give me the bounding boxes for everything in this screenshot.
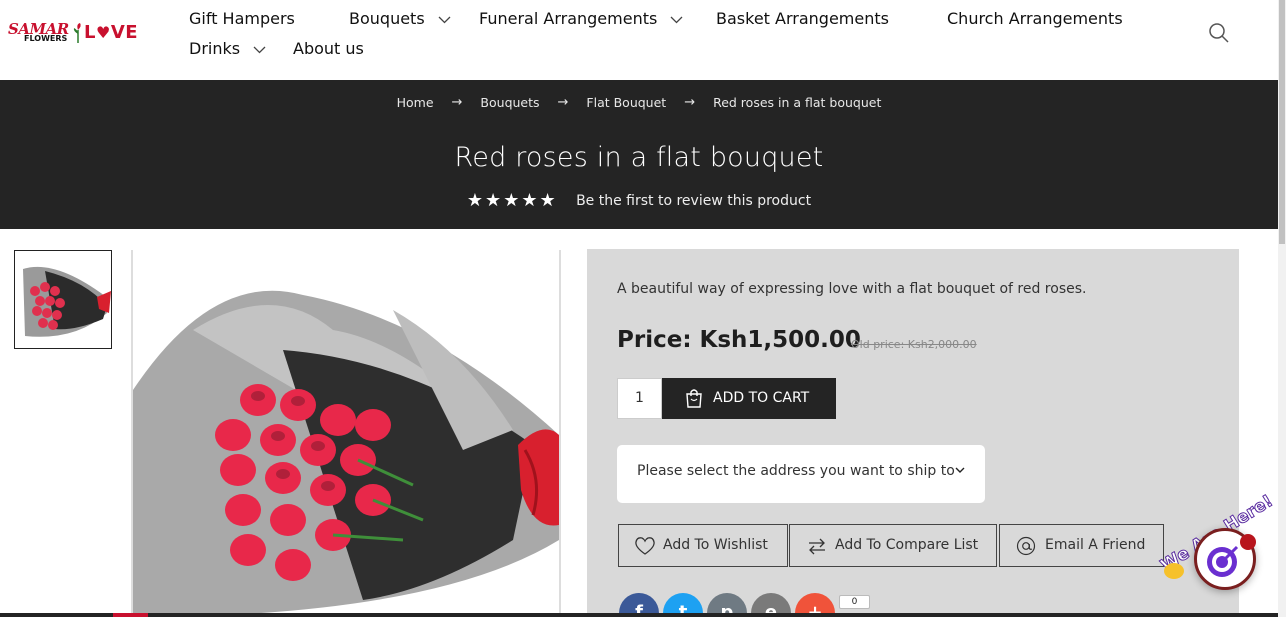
waving-hand-icon <box>1164 563 1184 579</box>
nav-item-church-arrangements[interactable]: Church Arrangements <box>947 9 1123 28</box>
breadcrumb-arrow-icon: → <box>684 95 696 110</box>
site-logo[interactable]: SAMAR FLOWERS L♥VE <box>8 20 146 48</box>
shipping-address-select[interactable]: Please select the address you want to sh… <box>617 445 985 503</box>
share-count-badge: 0 <box>839 595 870 609</box>
nav-label: Funeral Arrangements <box>479 9 658 28</box>
product-page: SAMAR FLOWERS L♥VE Gift Hampers Bouquets… <box>0 0 1286 617</box>
breadcrumb-home[interactable]: Home <box>397 95 434 110</box>
rating-stars-icon: ★★★★★ <box>466 190 558 211</box>
breadcrumb: Home → Bouquets → Flat Bouquet → Red ros… <box>0 94 1278 110</box>
quantity-input[interactable]: 1 <box>617 378 662 419</box>
compare-arrows-icon <box>809 538 825 555</box>
add-to-cart-button[interactable]: ADD TO CART <box>662 378 836 419</box>
nav-item-gift-hampers[interactable]: Gift Hampers <box>189 9 295 28</box>
product-price: Price: Ksh1,500.00 <box>617 327 861 353</box>
breadcrumb-arrow-icon: → <box>557 95 569 110</box>
site-header: SAMAR FLOWERS L♥VE Gift Hampers Bouquets… <box>0 0 1278 80</box>
logo-word-love: L♥VE <box>84 22 139 43</box>
add-to-cart-label: ADD TO CART <box>713 390 810 406</box>
nav-item-about-us[interactable]: About us <box>293 39 364 58</box>
chevron-down-icon <box>955 467 965 473</box>
scrollbar-thumb[interactable] <box>1279 0 1285 244</box>
bouquet-image <box>133 250 559 617</box>
product-thumbnail[interactable] <box>14 250 112 349</box>
old-price: Old price: Ksh2,000.00 <box>851 338 977 351</box>
at-sign-icon <box>1016 536 1036 556</box>
search-icon[interactable] <box>1208 22 1230 44</box>
nav-item-funeral-arrangements[interactable]: Funeral Arrangements <box>479 9 683 28</box>
chevron-down-icon <box>438 16 451 23</box>
email-friend-button[interactable]: Email A Friend <box>999 524 1164 567</box>
bottom-edge-strip <box>0 613 1278 617</box>
shipping-address-placeholder: Please select the address you want to sh… <box>637 463 955 479</box>
rose-sprig-icon <box>73 23 81 43</box>
page-title-banner: Home → Bouquets → Flat Bouquet → Red ros… <box>0 80 1278 229</box>
bouquet-thumbnail-image <box>15 251 111 348</box>
chevron-down-icon <box>253 46 266 53</box>
chevron-down-icon <box>670 16 683 23</box>
breadcrumb-arrow-icon: → <box>451 95 463 110</box>
chat-notification-dot <box>1240 534 1256 550</box>
live-chat-widget[interactable]: We Are Here! <box>1157 491 1284 600</box>
add-to-wishlist-button[interactable]: Add To Wishlist <box>618 524 788 567</box>
nav-item-basket-arrangements[interactable]: Basket Arrangements <box>716 9 889 28</box>
nav-item-bouquets[interactable]: Bouquets <box>349 9 451 28</box>
nav-label: Drinks <box>189 39 241 58</box>
nav-item-drinks[interactable]: Drinks <box>189 39 266 58</box>
nav-label: About us <box>293 39 364 58</box>
nav-label: Basket Arrangements <box>716 9 889 28</box>
compare-label: Add To Compare List <box>835 537 979 553</box>
nav-label: Church Arrangements <box>947 9 1123 28</box>
first-review-link[interactable]: Be the first to review this product <box>576 193 811 209</box>
nav-label: Gift Hampers <box>189 9 295 28</box>
email-friend-label: Email A Friend <box>1045 537 1146 553</box>
product-info-panel: A beautiful way of expressing love with … <box>587 249 1239 617</box>
bottom-accent-strip <box>113 613 148 617</box>
product-main-image[interactable] <box>131 250 561 617</box>
breadcrumb-flat-bouquet[interactable]: Flat Bouquet <box>586 95 666 110</box>
shopping-bag-icon <box>686 389 702 408</box>
review-row: ★★★★★ Be the first to review this produc… <box>0 190 1278 211</box>
logo-word-flowers: FLOWERS <box>24 34 68 43</box>
heart-icon <box>635 537 655 555</box>
wishlist-label: Add To Wishlist <box>663 537 768 553</box>
add-to-compare-button[interactable]: Add To Compare List <box>789 524 997 567</box>
breadcrumb-current: Red roses in a flat bouquet <box>713 95 882 110</box>
nav-label: Bouquets <box>349 9 425 28</box>
breadcrumb-bouquets[interactable]: Bouquets <box>480 95 539 110</box>
page-title: Red roses in a flat bouquet <box>454 142 824 173</box>
short-description: A beautiful way of expressing love with … <box>617 281 1087 297</box>
